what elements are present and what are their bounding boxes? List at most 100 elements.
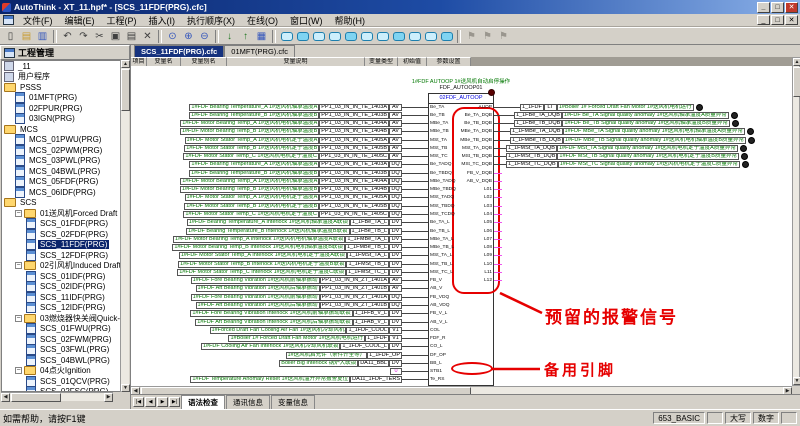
menu-item[interactable]: 执行顺序(X) — [181, 14, 241, 27]
output-signal-row[interactable]: 1_1FMSt_TA_DQB1#FDF MSt_TA Signal qualit… — [494, 145, 747, 152]
input-signal-row[interactable]: 1#FDF Temperature Anomaly Reset 1#送风机温升异… — [190, 376, 428, 383]
tree-item-03ign-prg-[interactable]: 03IGN(PRG) — [2, 114, 122, 125]
input-signal-row[interactable]: 1#送风机启允许（条件齐全等）1_1FDF_OP — [286, 352, 429, 359]
scroll-up-icon[interactable]: ▲ — [793, 58, 800, 66]
paste-icon[interactable]: ▤ — [124, 29, 139, 44]
tree-item-mcs[interactable]: MCS — [2, 124, 122, 135]
tab-nav-button[interactable]: ◀ — [145, 397, 156, 407]
tree-item-scs_01qcv-prg-[interactable]: SCS_01QCV(PRG) — [2, 376, 122, 387]
scroll-up-icon[interactable]: ▲ — [121, 60, 130, 68]
tab-01mft[interactable]: 01MFT(PRG).cfc — [224, 45, 295, 57]
menu-item[interactable]: 文件(F) — [17, 14, 59, 27]
tree-item-mcs_06idf-prg-[interactable]: MCS_06IDF(PRG) — [2, 187, 122, 198]
input-signal-row[interactable]: 1#FDF Aft Bearing Vibration 1#送风机后轴承振动PP… — [196, 302, 428, 309]
output-signal-row[interactable]: 1_1FMBe_TA_DQB1#FDF MBe_TA Signal qualit… — [494, 128, 754, 135]
tree-item-03-quick-cl[interactable]: −03燃烧器快关阀Quick-cl — [2, 313, 122, 324]
input-signal-row[interactable]: 1#FDF Motor Bearing Temp_B Interlock 1#送… — [172, 244, 428, 251]
block-tool-10-icon[interactable] — [423, 29, 438, 44]
save-file-icon[interactable]: ▥ — [35, 29, 50, 44]
menu-item[interactable]: 在线(O) — [241, 14, 284, 27]
zoom-in-icon[interactable]: ⊕ — [181, 29, 196, 44]
tree-item-01mft-prg-[interactable]: 01MFT(PRG) — [2, 93, 122, 104]
menu-item[interactable]: 帮助(H) — [329, 14, 372, 27]
tree-item-scs_02fwm-prg-[interactable]: SCS_02FWM(PRG) — [2, 334, 122, 345]
grid-column-header[interactable]: 参数设置 — [427, 57, 471, 66]
block-tool-8-icon[interactable] — [391, 29, 406, 44]
input-signal-row[interactable]: 0 — [390, 368, 428, 375]
tree-expander-icon[interactable]: − — [15, 315, 22, 322]
tree-vertical-scrollbar[interactable]: ▲ ▼ — [120, 60, 129, 392]
output-signal-row[interactable]: 1_1FBe_TA_DQB1#FDF Be_TA Signal quality … — [494, 112, 738, 119]
tree-item-mcs_02pwm-prg-[interactable]: MCS_02PWM(PRG) — [2, 145, 122, 156]
tree-item-scs_11idf-prg-[interactable]: SCS_11IDF(PRG) — [2, 292, 122, 303]
tree-item-04-ignition[interactable]: −04点火Ignition — [2, 366, 122, 377]
input-signal-row[interactable]: 1#FDF Motor Bearing Temp_B 1#送风机电机轴承温度BP… — [180, 128, 428, 135]
tree-item-02fpur-prg-[interactable]: 02FPUR(PRG) — [2, 103, 122, 114]
input-signal-row[interactable]: 1#FDF Motor Stator Temp_C Interlock 1#送风… — [177, 269, 428, 276]
restore-button[interactable]: □ — [771, 2, 784, 13]
tree-item-mcs_03pwl-prg-[interactable]: MCS_03PWL(PRG) — [2, 156, 122, 167]
tree-item-scs_01idf-prg-[interactable]: SCS_01IDF(PRG) — [2, 271, 122, 282]
block-tool-11-icon[interactable] — [439, 29, 454, 44]
input-signal-row[interactable]: 1#FDF Motor Stator Temp_A 1#送风机电机定子温度APP… — [185, 194, 428, 201]
tree-item-scs_04bwl-prg-[interactable]: SCS_04BWL(PRG) — [2, 355, 122, 366]
tree-item-scs_11fdf-prg-[interactable]: SCS_11FDF(PRG) — [2, 240, 122, 251]
tree-item-psss[interactable]: PSSS — [2, 82, 122, 93]
input-signal-row[interactable]: 1#FDF Motor Bearing Temp_B 1#送风机电机轴承温度BP… — [180, 186, 428, 193]
output-signal-row[interactable]: 1_1FBe_TB_DQB1#FDF Be_TB Signal quality … — [494, 120, 739, 127]
scrollbar-thumb[interactable] — [793, 67, 800, 97]
cfc-canvas[interactable]: 1#FDF AUTOOP 1#送风机自动启停操作 FDF_AUTOOP01 02… — [131, 66, 792, 386]
tree-item-scs[interactable]: SCS — [2, 198, 122, 209]
grid-column-header[interactable]: 初始值 — [398, 57, 427, 66]
menu-item[interactable]: 窗口(W) — [284, 14, 329, 27]
grid-column-header[interactable]: 变量别名 — [181, 57, 227, 66]
tree-expander-icon[interactable]: − — [15, 262, 22, 269]
tree-item-scs_01fwu-prg-[interactable]: SCS_01FWU(PRG) — [2, 324, 122, 335]
tree-item-scs_02idf-prg-[interactable]: SCS_02IDF(PRG) — [2, 282, 122, 293]
scrollbar-thumb[interactable] — [11, 393, 61, 402]
zoom-out-icon[interactable]: ⊖ — [197, 29, 212, 44]
output-tab-0[interactable]: 语法检查 — [181, 395, 225, 410]
scroll-left-icon[interactable]: ◀ — [1, 393, 10, 402]
tab-nav-button[interactable]: ▶ — [157, 397, 168, 407]
input-signal-row[interactable]: 1#FDF Motor Stator Temp_B 1#送风机电机定子温度BPP… — [184, 145, 428, 152]
tree-item--[interactable]: 用户程序 — [2, 72, 122, 83]
output-signal-row[interactable]: 1_1FMSt_TB_DQB1#FDF MSt_TB Signal qualit… — [494, 153, 748, 160]
find-icon[interactable]: ⊙ — [165, 29, 180, 44]
tree-item-scs_12fdf-prg-[interactable]: SCS_12FDF(PRG) — [2, 250, 122, 261]
online-monitor-icon[interactable]: ▦ — [254, 29, 269, 44]
input-signal-row[interactable]: 1#FDF Motor Bearing Temp_A 1#送风机电机轴承温度AP… — [180, 178, 428, 185]
tab-nav-button[interactable]: ▶| — [169, 397, 180, 407]
tree-expander-icon[interactable]: − — [15, 210, 22, 217]
delete-icon[interactable]: ✕ — [140, 29, 155, 44]
input-signal-row[interactable]: 1#FDF Motor Stator Temp_A 1#送风机电机定子温度APP… — [185, 137, 428, 144]
open-file-icon[interactable]: ▤ — [19, 29, 34, 44]
scroll-down-icon[interactable]: ▼ — [793, 377, 800, 385]
copy-icon[interactable]: ▣ — [108, 29, 123, 44]
tree-item-02-induced-draft[interactable]: −02引风机Induced Draft — [2, 261, 122, 272]
input-signal-row[interactable]: 1#FDF Aft Bearing Vibration 1#送风机后轴承振动PP… — [196, 285, 428, 292]
redo-icon[interactable]: ↷ — [76, 29, 91, 44]
input-signal-row[interactable]: 1#FDF Bearing Temperature_B Interlock 1#… — [186, 228, 428, 235]
output-tab-1[interactable]: 通讯信息 — [226, 395, 270, 410]
cut-icon[interactable]: ✂ — [92, 29, 107, 44]
input-signal-row[interactable]: 1#FDF Bearing Temperature_A 1#送风机轴承温度APP… — [189, 161, 428, 168]
output-signal-row[interactable]: 1_1FDFLT1#Boiler 1# Forced Draft Fan Mot… — [494, 104, 703, 111]
block-tool-5-icon[interactable] — [343, 29, 358, 44]
tree-expander-icon[interactable]: − — [15, 367, 22, 374]
canvas-vertical-scrollbar[interactable]: ▲ ▼ — [792, 57, 800, 386]
tree-horizontal-scrollbar[interactable]: ◀ ▶ — [1, 392, 113, 401]
tree-item-mcs_01pwu-prg-[interactable]: MCS_01PWU(PRG) — [2, 135, 122, 146]
grid-column-header[interactable]: 变量说明 — [227, 57, 365, 66]
input-signal-row[interactable]: 1#FDF Motor Stator Temp_B 1#送风机电机定子温度BPP… — [184, 203, 428, 210]
undo-icon[interactable]: ↶ — [60, 29, 75, 44]
tree-item-01-forced-draft-f[interactable]: −01送风机Forced Draft F — [2, 208, 122, 219]
minimize-button[interactable]: _ — [757, 2, 770, 13]
input-signal-row[interactable]: 1#Forced Draft Fan Cooling Air Fan 1#送风机… — [210, 327, 428, 334]
scroll-down-icon[interactable]: ▼ — [121, 384, 130, 392]
tree-item-scs_12idf-prg-[interactable]: SCS_12IDF(PRG) — [2, 303, 122, 314]
block-tool-9-icon[interactable] — [407, 29, 422, 44]
input-signal-row[interactable]: 1#FDF Fore Bearing Vibration 1#送风机前轴承振动P… — [191, 294, 428, 301]
menu-item[interactable]: 插入(I) — [143, 14, 182, 27]
tree-item-scs_01fdf-prg-[interactable]: SCS_01FDF(PRG) — [2, 219, 122, 230]
